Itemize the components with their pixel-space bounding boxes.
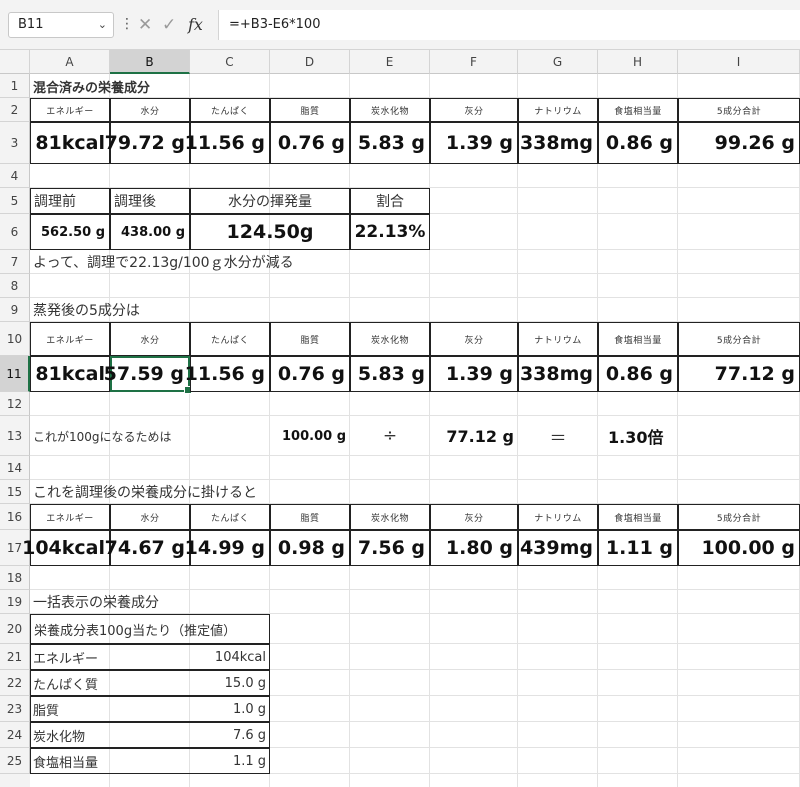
summary-item-label[interactable]: 脂質 [30, 696, 190, 722]
nutrient-value-cell[interactable]: 0.86 g [598, 356, 678, 392]
nutrient-value-cell[interactable]: 0.76 g [270, 122, 350, 164]
summary-item-value[interactable]: 104kcal [190, 644, 270, 670]
nutrient-value-cell[interactable]: 1.11 g [598, 530, 678, 566]
nutrient-header-cell[interactable]: 脂質 [270, 504, 350, 530]
nutrient-header-cell[interactable]: 食塩相当量 [598, 98, 678, 122]
summary-item-label[interactable]: エネルギー [30, 644, 190, 670]
nutrient-header-cell[interactable]: 灰分 [430, 322, 518, 356]
nutrient-header-cell[interactable]: ナトリウム [518, 98, 598, 122]
summary-header[interactable]: 栄養成分表100g当たり（推定値） [30, 614, 270, 644]
nutrient-value-cell[interactable]: 77.12 g [678, 356, 800, 392]
nutrient-value-cell[interactable]: 14.99 g [185, 530, 270, 566]
nutrient-header-cell[interactable]: ナトリウム [518, 322, 598, 356]
nutrient-value-cell[interactable]: 7.56 g [350, 530, 430, 566]
nutrient-value-cell[interactable]: 81kcal [30, 122, 110, 164]
nutrient-value-cell[interactable]: 1.80 g [430, 530, 518, 566]
nutrient-header-cell[interactable]: 食塩相当量 [598, 322, 678, 356]
nutrient-header-cell[interactable]: 5成分合計 [678, 322, 800, 356]
nutrient-header-cell[interactable]: 脂質 [270, 322, 350, 356]
nutrient-header-cell[interactable]: 水分 [110, 98, 190, 122]
row13-label[interactable]: これが100gになるためは [30, 416, 270, 456]
nutrient-header-cell[interactable]: 5成分合計 [678, 504, 800, 530]
active-cell-b11[interactable]: 57.59 g [104, 356, 192, 394]
nutrient-header-cell[interactable]: 5成分合計 [678, 98, 800, 122]
nutrient-value-cell[interactable]: 338mg [518, 356, 598, 392]
result-value[interactable]: 1.30倍 [598, 416, 678, 456]
nutrient-header-cell[interactable]: たんぱく [190, 322, 270, 356]
nutrient-value-cell[interactable]: 99.26 g [678, 122, 800, 164]
nutrient-header-cell[interactable]: エネルギー [30, 322, 110, 356]
summary-item-label[interactable]: 炭水化物 [30, 722, 190, 748]
section-label[interactable]: これを調理後の栄養成分に掛けると [30, 480, 430, 504]
nutrient-value-cell[interactable]: 0.98 g [270, 530, 350, 566]
nutrient-value-cell[interactable]: 11.56 g [185, 122, 270, 164]
ratio-value[interactable]: 22.13% [350, 214, 430, 250]
nutrient-header-cell[interactable]: 水分 [110, 504, 190, 530]
nutrient-value-cell[interactable]: 81kcal [30, 356, 110, 392]
nutrient-header-cell[interactable]: 炭水化物 [350, 504, 430, 530]
nutrient-header-cell[interactable]: エネルギー [30, 98, 110, 122]
nutrient-value-cell[interactable]: 338mg [518, 122, 598, 164]
nutrient-value-cell[interactable]: 11.56 g [185, 356, 270, 392]
nutrient-header-cell[interactable]: 水分 [110, 322, 190, 356]
sheet-title[interactable]: 混合済みの栄養成分 [30, 74, 270, 98]
cook-before-value[interactable]: 562.50 g [30, 214, 110, 250]
nutrient-header-cell[interactable]: 炭水化物 [350, 98, 430, 122]
summary-item-value[interactable]: 1.1 g [190, 748, 270, 774]
note-text[interactable]: よって、調理で22.13g/100ｇ水分が減る [30, 250, 430, 274]
evaporation-value[interactable]: 124.50g [190, 214, 350, 250]
divide-sign[interactable]: ÷ [350, 416, 430, 456]
summary-item-value[interactable]: 1.0 g [190, 696, 270, 722]
nutrient-value-cell[interactable]: 5.83 g [350, 356, 430, 392]
cook-after-label[interactable]: 調理後 [110, 188, 190, 214]
nutrient-header-cell[interactable]: 灰分 [430, 98, 518, 122]
nutrient-header-cell[interactable]: 食塩相当量 [598, 504, 678, 530]
nutrient-header-cell[interactable]: たんぱく [190, 504, 270, 530]
nutrient-value-cell[interactable]: 104kcal [22, 530, 110, 566]
nutrient-value-cell[interactable]: 1.39 g [430, 356, 518, 392]
cook-after-value[interactable]: 438.00 g [110, 214, 190, 250]
nutrient-value-cell[interactable]: 74.67 g [105, 530, 190, 566]
cook-before-label[interactable]: 調理前 [30, 188, 110, 214]
nutrient-header-cell[interactable]: たんぱく [190, 98, 270, 122]
denominator-value[interactable]: 77.12 g [430, 416, 518, 456]
equals-sign[interactable]: ＝ [518, 416, 598, 456]
nutrient-value-cell[interactable]: 100.00 g [678, 530, 800, 566]
evaporation-label[interactable]: 水分の揮発量 [190, 188, 350, 214]
ratio-label[interactable]: 割合 [350, 188, 430, 214]
summary-item-value[interactable]: 7.6 g [190, 722, 270, 748]
nutrient-header-cell[interactable]: エネルギー [30, 504, 110, 530]
nutrient-header-cell[interactable]: 灰分 [430, 504, 518, 530]
summary-item-label[interactable]: 食塩相当量 [30, 748, 190, 774]
nutrient-header-cell[interactable]: 炭水化物 [350, 322, 430, 356]
section-label[interactable]: 蒸発後の5成分は [30, 298, 350, 322]
nutrient-value-cell[interactable]: 1.39 g [430, 122, 518, 164]
numerator-value[interactable]: 100.00 g [270, 416, 350, 456]
nutrient-value-cell[interactable]: 5.83 g [350, 122, 430, 164]
nutrient-value-cell[interactable]: 439mg [518, 530, 598, 566]
nutrient-header-cell[interactable]: 脂質 [270, 98, 350, 122]
nutrient-value-cell[interactable]: 79.72 g [105, 122, 190, 164]
section-label[interactable]: 一括表示の栄養成分 [30, 590, 350, 614]
summary-item-value[interactable]: 15.0 g [190, 670, 270, 696]
nutrient-header-cell[interactable]: ナトリウム [518, 504, 598, 530]
nutrient-value-cell[interactable]: 0.86 g [598, 122, 678, 164]
nutrient-value-cell[interactable]: 0.76 g [270, 356, 350, 392]
worksheet-grid[interactable]: 混合済みの栄養成分 エネルギー 水分 たんぱく 脂質 炭水化物 灰分 ナトリウム 食塩相当量 5成… [0, 0, 800, 787]
summary-item-label[interactable]: たんぱく質 [30, 670, 190, 696]
